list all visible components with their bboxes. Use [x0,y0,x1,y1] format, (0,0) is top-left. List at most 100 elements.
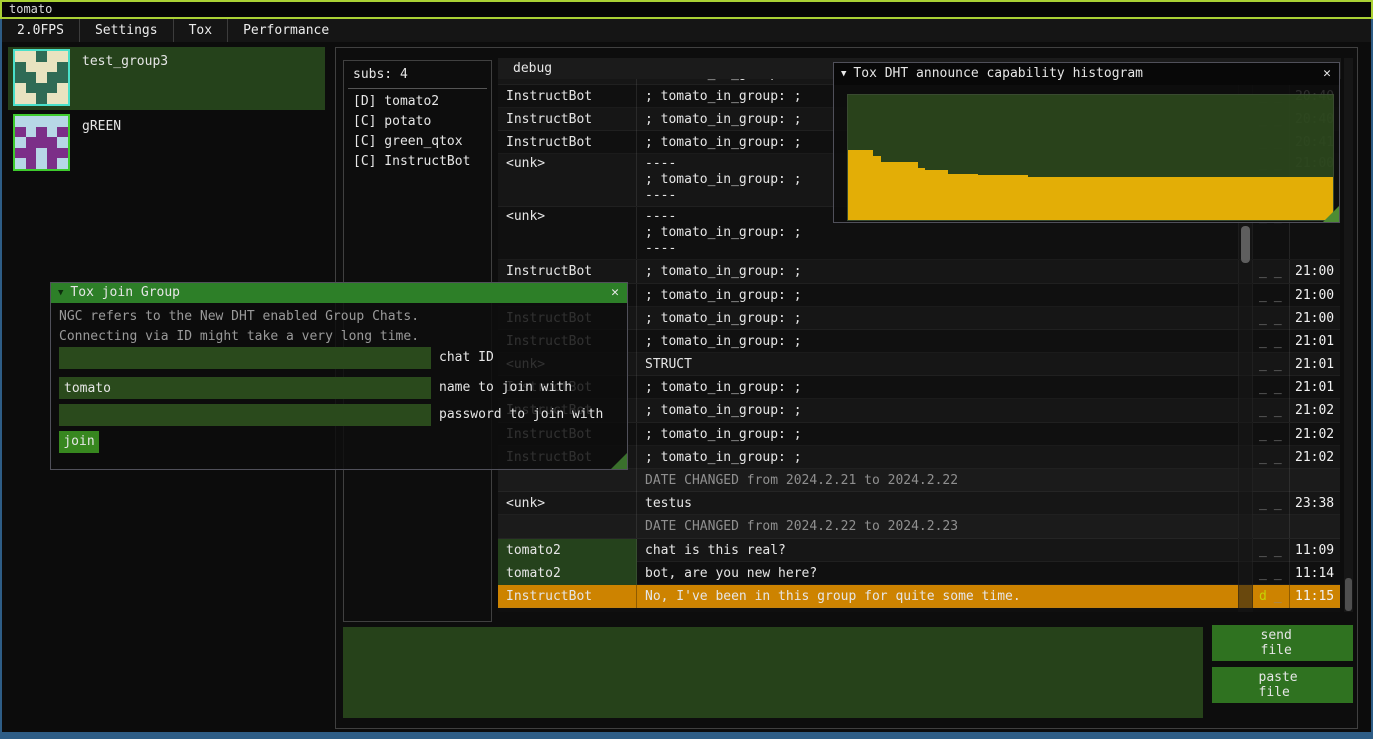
chat-row: <unk>testus __23:38 [498,492,1340,515]
avatar-pixel [36,148,47,159]
chat-row-flags: __ [1253,539,1290,562]
chat-row-message: testus [637,492,1238,515]
close-icon[interactable]: ✕ [1323,63,1331,85]
avatar-pixel [57,137,68,148]
menu-item-settings[interactable]: Settings [80,19,173,42]
avatar-pixel [36,127,47,138]
window-title-bar[interactable]: tomato [0,0,1373,19]
histogram-window-titlebar[interactable]: ▼ Tox DHT announce capability histogram … [834,63,1339,85]
group-item-gREEN[interactable]: gREEN [8,112,325,175]
join-password-input[interactable] [59,404,431,426]
member-item[interactable]: [C] green_qtox [344,132,491,152]
paste-file-label-line1: paste [1259,670,1307,685]
member-item[interactable]: [C] InstructBot [344,152,491,172]
chat-row-name: tomato2 [498,562,637,585]
close-icon[interactable]: ✕ [611,283,619,303]
group-name: gREEN [82,119,121,134]
avatar-pixel [26,93,37,104]
avatar-pixel [47,51,58,62]
avatar-pixel [47,83,58,94]
join-group-window-title: Tox join Group [70,283,180,303]
member-item[interactable]: [D] tomato2 [344,92,491,112]
flag-empty: _ [1274,334,1282,349]
histogram-bar [848,150,873,220]
histogram-bar [881,162,918,220]
paste-file-button[interactable]: paste file [1212,667,1353,703]
flag-empty: _ [1259,543,1267,558]
chat-row-name: InstructBot [498,79,637,85]
chat-row-message: chat is this real? [637,539,1238,562]
collapse-icon[interactable]: ▼ [841,63,846,85]
flag-empty: _ [1259,380,1267,395]
avatar-pixel [36,116,47,127]
chat-row-time: 21:02 [1290,423,1340,446]
chat-row-flags [1253,469,1290,492]
menu-item-2-0fps[interactable]: 2.0FPS [2,19,79,42]
flag-empty: _ [1274,380,1282,395]
group-item-test_group3[interactable]: test_group3 [8,47,325,110]
histogram-window-title: Tox DHT announce capability histogram [853,63,1143,85]
resize-grip[interactable] [611,453,627,469]
flag-empty: _ [1274,450,1282,465]
chat-scrollbar-handle[interactable] [1241,226,1250,263]
flag-empty: _ [1259,450,1267,465]
chat-row-time: 11:09 [1290,539,1340,562]
chat-id-input[interactable] [59,347,431,369]
chat-row-name: InstructBot [498,260,637,283]
flag-delivered: d [1259,589,1267,604]
join-button[interactable]: join [59,431,99,453]
avatar-pixel [57,148,68,159]
chat-row: tomato2bot, are you new here?__11:14 [498,562,1340,585]
chat-row-message: ; tomato_in_group: ; [637,446,1238,469]
join-description-line2: Connecting via ID might take a very long… [59,329,419,344]
avatar-pixel [26,116,37,127]
resize-grip[interactable] [1323,206,1339,222]
send-file-button[interactable]: send file [1212,625,1353,661]
chat-row: InstructBotNo, I've been in this group f… [498,585,1340,608]
avatar-pixel [15,51,26,62]
chat-row-flags: __ [1253,353,1290,376]
chat-row-time [1290,469,1340,492]
chat-row-name: <unk> [498,492,637,515]
chat-row-flags: __ [1253,376,1290,399]
paste-file-label-line2: file [1259,685,1307,700]
flag-empty: _ [1274,311,1282,326]
chat-row-time: 21:01 [1290,330,1340,353]
collapse-icon[interactable]: ▼ [58,283,63,303]
chat-row-flags: d_ [1253,585,1290,608]
avatar-pixel [57,93,68,104]
avatar-pixel [57,127,68,138]
subs-count: subs: 4 [353,67,408,82]
window-scrollbar-track[interactable] [1344,58,1353,612]
avatar-pixel [15,93,26,104]
chat-row-time: 21:00 [1290,307,1340,330]
menu-item-tox[interactable]: Tox [174,19,227,42]
chat-row-message: ; tomato_in_group: ; [637,330,1238,353]
tab-debug[interactable]: debug [498,61,552,76]
chat-row-time: 21:02 [1290,446,1340,469]
message-input[interactable] [343,627,1203,718]
flag-empty: _ [1259,427,1267,442]
avatar-pixel [15,116,26,127]
flag-empty: _ [1274,288,1282,303]
chat-row-message: DATE CHANGED from 2024.2.21 to 2024.2.22 [637,469,1238,492]
avatar-pixel [36,158,47,169]
menu-item-performance[interactable]: Performance [228,19,344,42]
avatar-pixel [15,158,26,169]
avatar-pixel [57,158,68,169]
chat-row-message: ; tomato_in_group: ; [637,307,1238,330]
chat-row-time: 23:38 [1290,492,1340,515]
window-scrollbar-handle[interactable] [1345,578,1352,611]
chat-row-flags: __ [1253,492,1290,515]
avatar-pixel [47,93,58,104]
avatar-pixel [47,72,58,83]
join-name-input[interactable] [59,377,431,399]
avatar-pixel [47,127,58,138]
avatar-pixel [47,148,58,159]
window-title: tomato [9,2,52,16]
flag-empty: _ [1274,357,1282,372]
member-item[interactable]: [C] potato [344,112,491,132]
join-group-window-titlebar[interactable]: ▼ Tox join Group ✕ [51,283,627,303]
join-name-label: name to join with [439,380,572,395]
chat-row-flags [1253,515,1290,538]
